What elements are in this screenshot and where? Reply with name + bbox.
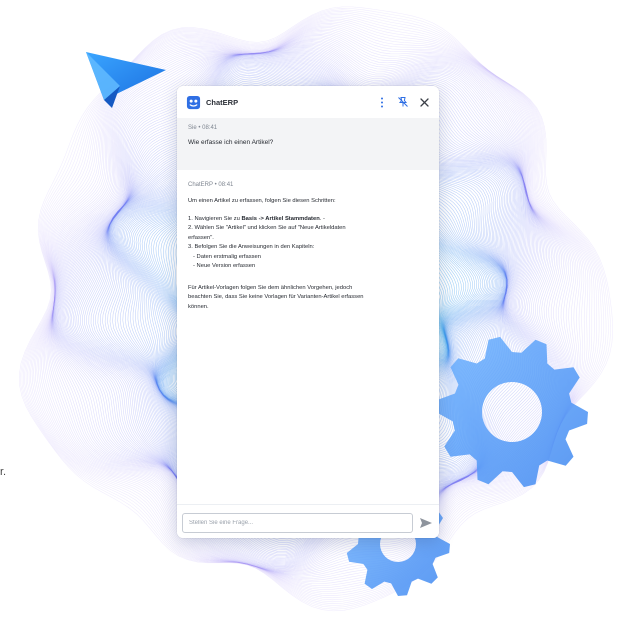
- user-message: Sie • 08:41 Wie erfasse ich einen Artike…: [177, 118, 439, 170]
- bot-step-2-cont: erfassen".: [188, 234, 214, 241]
- unpin-button[interactable]: [395, 94, 411, 110]
- close-button[interactable]: [416, 94, 432, 110]
- message-author: Sie: [188, 125, 197, 131]
- question-input[interactable]: [182, 513, 413, 533]
- chaterp-logo-icon: [186, 95, 201, 109]
- pin-off-icon: [398, 97, 408, 107]
- stray-text: r.: [0, 466, 7, 478]
- message-author: ChatERP: [188, 182, 213, 188]
- bot-note-line: beachten Sie, dass Sie keine Vorlagen fü…: [188, 294, 364, 300]
- close-icon: [419, 97, 429, 107]
- step-path: Basis -> Artikel Stammdaten: [241, 215, 320, 222]
- chat-header: ChatERP: [177, 86, 439, 119]
- meta-separator: •: [198, 125, 201, 131]
- user-message-meta: Sie • 08:41: [188, 125, 217, 131]
- bot-note-line: können.: [188, 303, 209, 310]
- message-time: 08:41: [218, 182, 234, 188]
- more-button[interactable]: [374, 94, 390, 110]
- bot-intro: Um einen Artikel zu erfassen, folgen Sie…: [188, 198, 336, 204]
- app-title: ChatERP: [206, 97, 239, 107]
- message-time: 08:41: [202, 125, 218, 131]
- bot-step-3: 3. Befolgen Sie die Anweisungen in den K…: [188, 244, 315, 250]
- bot-message-meta: ChatERP • 08:41: [188, 182, 428, 188]
- send-icon[interactable]: [419, 517, 433, 529]
- bot-step-1: 1. Navigieren Sie zu Basis -> Artikel St…: [188, 215, 428, 225]
- bot-message-body: Um einen Artikel zu erfassen, folgen Sie…: [188, 197, 428, 312]
- bot-step-3-item: - Neue Version erfassen: [193, 263, 256, 269]
- header-actions: [369, 94, 432, 110]
- composer: [177, 504, 439, 538]
- bot-note-line: Für Artikel-Vorlagen folgen Sie dem ähnl…: [188, 284, 353, 291]
- step-suffix: . -: [319, 215, 325, 222]
- meta-separator: •: [214, 182, 217, 188]
- bot-step-2: 2. Wählen Sie "Artikel" und klicken Sie …: [188, 225, 346, 231]
- user-message-text: Wie erfasse ich einen Artikel?: [188, 139, 274, 146]
- step-text: 1. Navigieren Sie zu: [188, 215, 242, 222]
- chat-window: ChatERP Sie • 08:41 Wie erfasse ich eine…: [177, 86, 439, 538]
- bot-message: ChatERP • 08:41 Um einen Artikel zu erfa…: [177, 170, 439, 312]
- more-vertical-icon: [381, 97, 383, 107]
- marketing-scene: r. ChatERP Sie • 08:41 Wie erfasse ich e…: [0, 0, 621, 621]
- bot-step-3-item: - Daten erstmalig erfassen: [193, 253, 261, 260]
